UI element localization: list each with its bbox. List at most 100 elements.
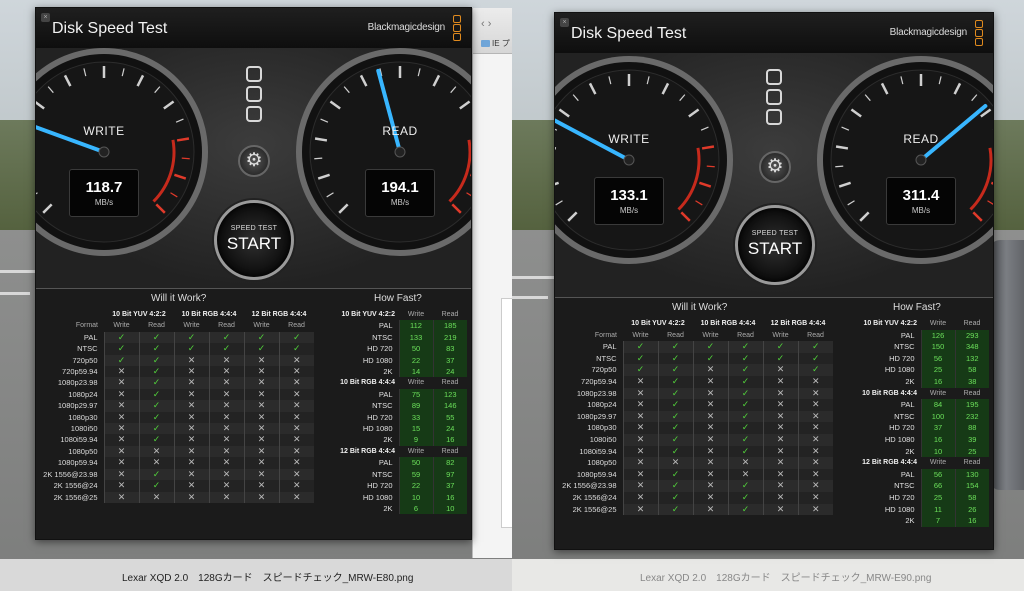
check-icon: ✓	[657, 422, 693, 434]
cross-icon: ✕	[622, 410, 658, 423]
cross-icon: ✕	[173, 354, 209, 367]
table-row: 1080i50 ✕ ✓ ✕ ✕ ✕ ✕	[40, 423, 315, 435]
check-icon: ✓	[657, 387, 693, 400]
settings-gear-icon[interactable]: ⚙	[238, 145, 270, 177]
write-speed-cell: 16	[920, 375, 955, 388]
cross-icon: ✕	[208, 377, 245, 389]
cross-icon: ✕	[173, 411, 209, 424]
start-button[interactable]: SPEED TEST START	[735, 205, 815, 285]
format-cell: 2K 1556@24	[53, 481, 98, 491]
fast-group-name: 10 Bit RGB 4:4:4	[862, 389, 917, 397]
format-cell: 1080i50	[589, 434, 617, 444]
write-header: Write	[113, 322, 130, 330]
check-icon: ✓	[657, 503, 693, 516]
cross-icon: ✕	[103, 400, 139, 412]
write-header: Write	[407, 311, 425, 318]
format-cell: NTSC	[77, 344, 98, 354]
check-icon: ✓	[138, 480, 174, 492]
write-header: Write	[702, 331, 719, 339]
finder-window-fragment: ‹ › IE プ	[472, 8, 512, 558]
how-fast-heading: How Fast?	[374, 293, 422, 304]
indicator-icon	[766, 89, 782, 105]
close-button[interactable]: ×	[41, 13, 50, 22]
table-row: 1080p59.94 ✕ ✕ ✕ ✕ ✕ ✕	[40, 457, 315, 469]
write-header: Write	[929, 459, 947, 467]
cross-icon: ✕	[278, 377, 315, 389]
format-cell: 2K	[905, 516, 915, 526]
cross-icon: ✕	[173, 480, 209, 492]
gauge-panel: WRITE 118.7 MB/s READ 194.1 MB/s ⚙ SPEED…	[36, 48, 471, 288]
read-speed-cell: 38	[954, 375, 989, 388]
indicator-icon	[766, 109, 782, 125]
cross-icon: ✕	[622, 491, 658, 504]
table-row: 2K 6 10	[337, 502, 467, 515]
table-row: PAL 50 82	[337, 457, 467, 469]
gauge-tick	[835, 165, 844, 168]
read-speed-cell: 37	[432, 354, 467, 367]
settings-gear-icon[interactable]: ⚙	[759, 151, 791, 183]
read-speed-cell: 24	[432, 423, 467, 435]
format-cell: 2K 1556@24	[572, 492, 617, 502]
start-label: START	[226, 234, 282, 253]
cross-icon: ✕	[762, 480, 799, 492]
check-icon: ✓	[243, 343, 280, 355]
cross-icon: ✕	[103, 377, 139, 389]
table-row: 1080p23.98 ✕ ✓ ✕ ✓ ✕ ✕	[559, 387, 834, 400]
will-group-row: 10 Bit YUV 4:2:2 10 Bit RGB 4:4:4 12 Bit R…	[40, 309, 314, 320]
check-icon: ✓	[173, 331, 209, 344]
write-speed-cell: 37	[920, 422, 955, 434]
parking-line	[512, 296, 548, 299]
table-row: 1080p30 ✕ ✓ ✕ ✓ ✕ ✕	[559, 422, 834, 434]
gauge-tick	[314, 157, 323, 160]
table-row: NTSC ✓ ✓ ✓ ✓ ✓ ✓	[559, 352, 834, 365]
format-cell: NTSC	[596, 353, 617, 363]
check-icon: ✓	[657, 399, 693, 411]
will-subheader-row: Format Write Read Write Read Write Read	[559, 330, 833, 342]
cross-icon: ✕	[208, 366, 245, 378]
read-speed-cell: 88	[954, 422, 989, 434]
format-cell: PAL	[378, 321, 393, 331]
title-bar: × Disk Speed Test Blackmagicdesign	[555, 13, 993, 53]
write-speed-cell: 75	[398, 388, 433, 401]
format-cell: 1080i50	[70, 424, 98, 434]
cross-icon: ✕	[797, 491, 834, 504]
write-speed-cell: 126	[920, 329, 955, 342]
cross-icon: ✕	[692, 491, 728, 504]
folder-icon	[481, 40, 490, 48]
cross-icon: ✕	[173, 445, 209, 458]
back-forward-icon[interactable]: ‹ ›	[481, 18, 491, 30]
status-indicators	[766, 69, 784, 129]
finder-sidebar-item[interactable]: IE プ	[481, 38, 510, 49]
cross-icon: ✕	[208, 491, 245, 503]
check-icon: ✓	[727, 364, 764, 376]
start-button[interactable]: SPEED TEST START	[214, 200, 294, 280]
format-cell: HD 1080	[362, 424, 393, 434]
table-row: HD 1080 15 24	[337, 423, 467, 435]
will-it-work-heading: Will it Work?	[151, 293, 207, 304]
finder-toolbar: ‹ › IE プ	[473, 8, 512, 54]
table-row: NTSC ✓ ✓ ✓ ✓ ✓ ✓	[40, 343, 315, 355]
read-header: Read	[441, 311, 459, 318]
write-readout: 118.7 MB/s	[69, 169, 139, 217]
check-icon: ✓	[692, 352, 728, 365]
table-row: NTSC 89 146	[337, 400, 467, 412]
read-speed-cell: 16	[432, 491, 467, 503]
read-speed-cell: 293	[954, 329, 989, 342]
write-header: Write	[772, 331, 789, 339]
cross-icon: ✕	[762, 364, 799, 376]
cross-icon: ✕	[622, 468, 658, 481]
format-cell: NTSC	[372, 401, 393, 411]
indicator-icon	[246, 86, 262, 102]
read-unit: MB/s	[390, 198, 410, 207]
check-icon: ✓	[727, 341, 764, 353]
cross-icon: ✕	[278, 354, 315, 367]
write-speed-cell: 22	[398, 480, 433, 492]
cross-icon: ✕	[657, 457, 693, 469]
close-button[interactable]: ×	[560, 18, 569, 27]
cross-icon: ✕	[797, 480, 834, 492]
read-header: Read	[441, 379, 459, 387]
will-group-header: 10 Bit RGB 4:4:4	[700, 320, 756, 327]
check-icon: ✓	[138, 354, 174, 367]
cross-icon: ✕	[762, 503, 799, 516]
finder-panel	[501, 298, 512, 528]
